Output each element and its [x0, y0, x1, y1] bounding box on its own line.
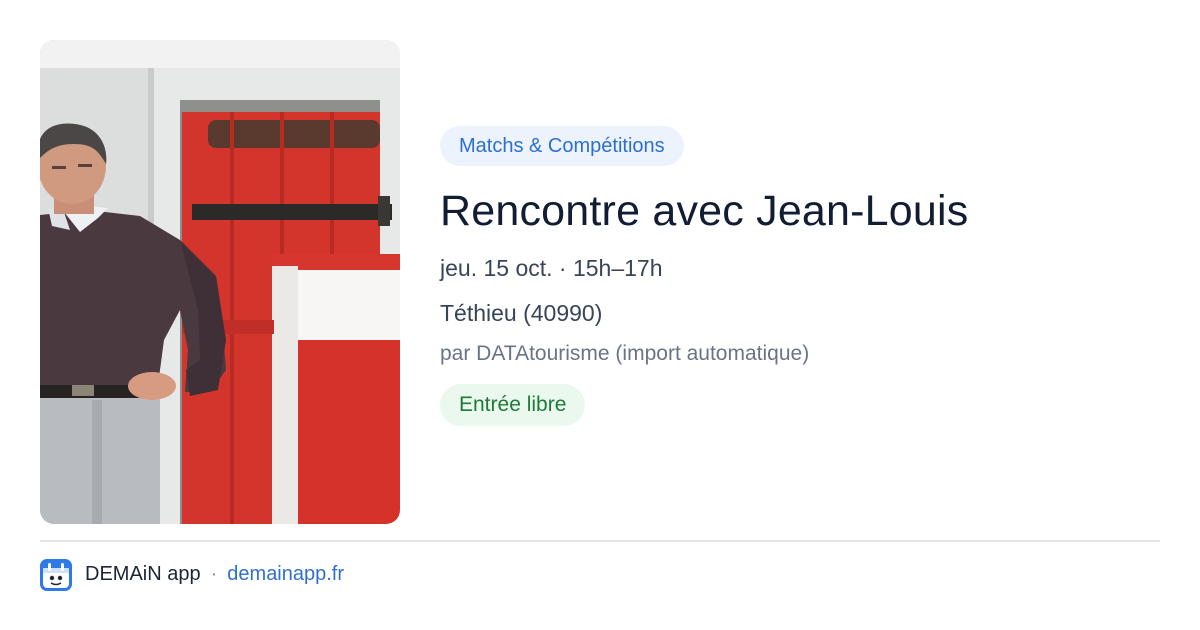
price-badge: Entrée libre: [440, 384, 586, 426]
app-name: DEMAiN app: [85, 563, 201, 585]
event-info: Matchs & Compétitions Rencontre avec Jea…: [440, 126, 1160, 426]
demain-app-icon: [40, 558, 72, 591]
footer-separator: ·: [210, 563, 218, 585]
event-location: Téthieu (40990): [440, 300, 603, 326]
event-datetime: jeu. 15 oct. · 15h–17h: [440, 255, 663, 281]
app-url-link[interactable]: demainapp.fr: [227, 563, 344, 586]
event-source: par DATAtourisme (import automatique): [440, 342, 810, 365]
footer-divider: [40, 540, 1160, 542]
event-title[interactable]: Rencontre avec Jean-Louis: [440, 186, 1160, 236]
category-badge[interactable]: Matchs & Compétitions: [440, 126, 684, 166]
event-photo: [40, 40, 400, 524]
footer: DEMAiN app · demainapp.fr: [40, 558, 344, 591]
